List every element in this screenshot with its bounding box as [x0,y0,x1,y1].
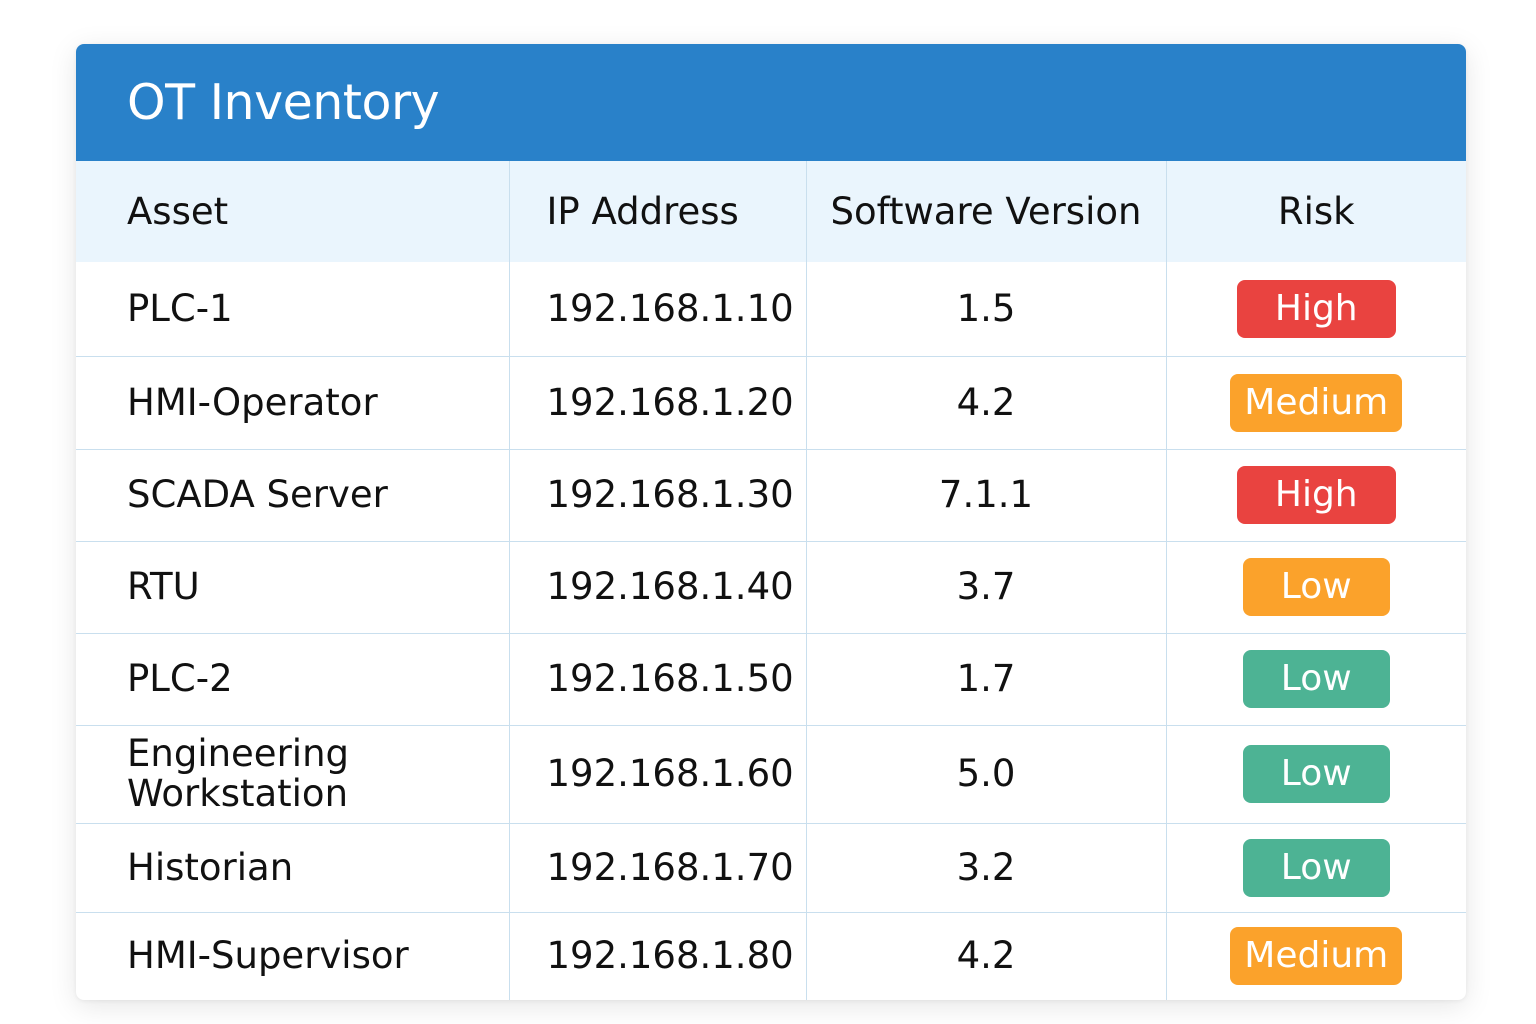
risk-cell: Medium [1166,356,1466,449]
table-row[interactable]: SCADA Server 192.168.1.30 7.1.1 High [76,449,1466,541]
risk-cell: Low [1166,725,1466,823]
version-cell: 7.1.1 [806,449,1167,541]
ip-cell: 192.168.1.40 [509,541,807,633]
table-row[interactable]: HMI-Operator 192.168.1.20 4.2 Medium [76,356,1466,449]
asset-cell: PLC-1 [76,262,510,356]
asset-cell: RTU [76,541,510,633]
table-row[interactable]: PLC-1 192.168.1.10 1.5 High [76,262,1466,356]
version-cell: 1.7 [806,633,1167,725]
asset-cell: Historian [76,823,510,912]
ip-cell: 192.168.1.60 [509,725,807,823]
risk-cell: Low [1166,541,1466,633]
ip-cell: 192.168.1.20 [509,356,807,449]
inventory-table: Asset IP Address Software Version Risk P… [76,161,1466,1000]
risk-cell: Low [1166,633,1466,725]
risk-badge: Low [1242,558,1390,616]
ip-cell: 192.168.1.50 [509,633,807,725]
risk-cell: High [1166,262,1466,356]
risk-badge: Low [1242,838,1390,897]
risk-cell: High [1166,449,1466,541]
card-header: OT Inventory [76,44,1466,161]
risk-cell: Low [1166,823,1466,912]
table-row[interactable]: Engineering Workstation 192.168.1.60 5.0… [76,725,1466,823]
risk-badge: Medium [1230,373,1403,432]
version-cell: 3.2 [806,823,1167,912]
ot-inventory-card: OT Inventory Asset IP Address Software V… [76,44,1466,1000]
asset-cell: Engineering Workstation [76,725,510,823]
risk-badge: Medium [1230,927,1403,986]
table-row[interactable]: PLC-2 192.168.1.50 1.7 Low [76,633,1466,725]
asset-cell: HMI-Operator [76,356,510,449]
asset-cell: HMI-Supervisor [76,912,510,1000]
risk-badge: Low [1242,745,1390,803]
risk-badge: High [1236,466,1396,524]
risk-badge: High [1236,279,1396,338]
column-header-risk[interactable]: Risk [1166,161,1466,262]
version-cell: 5.0 [806,725,1167,823]
version-cell: 1.5 [806,262,1167,356]
risk-badge: Low [1242,650,1390,708]
table-row[interactable]: RTU 192.168.1.40 3.7 Low [76,541,1466,633]
ip-cell: 192.168.1.10 [509,262,807,356]
version-cell: 3.7 [806,541,1167,633]
page-title: OT Inventory [127,74,440,131]
ip-cell: 192.168.1.30 [509,449,807,541]
table-header-row: Asset IP Address Software Version Risk [76,161,1466,262]
version-cell: 4.2 [806,356,1167,449]
risk-cell: Medium [1166,912,1466,1000]
ip-cell: 192.168.1.70 [509,823,807,912]
asset-cell: SCADA Server [76,449,510,541]
column-header-ip-address[interactable]: IP Address [509,161,807,262]
asset-cell: PLC-2 [76,633,510,725]
ip-cell: 192.168.1.80 [509,912,807,1000]
column-header-asset[interactable]: Asset [76,161,510,262]
table-row[interactable]: Historian 192.168.1.70 3.2 Low [76,823,1466,912]
column-header-software-version[interactable]: Software Version [806,161,1167,262]
version-cell: 4.2 [806,912,1167,1000]
table-row[interactable]: HMI-Supervisor 192.168.1.80 4.2 Medium [76,912,1466,1000]
